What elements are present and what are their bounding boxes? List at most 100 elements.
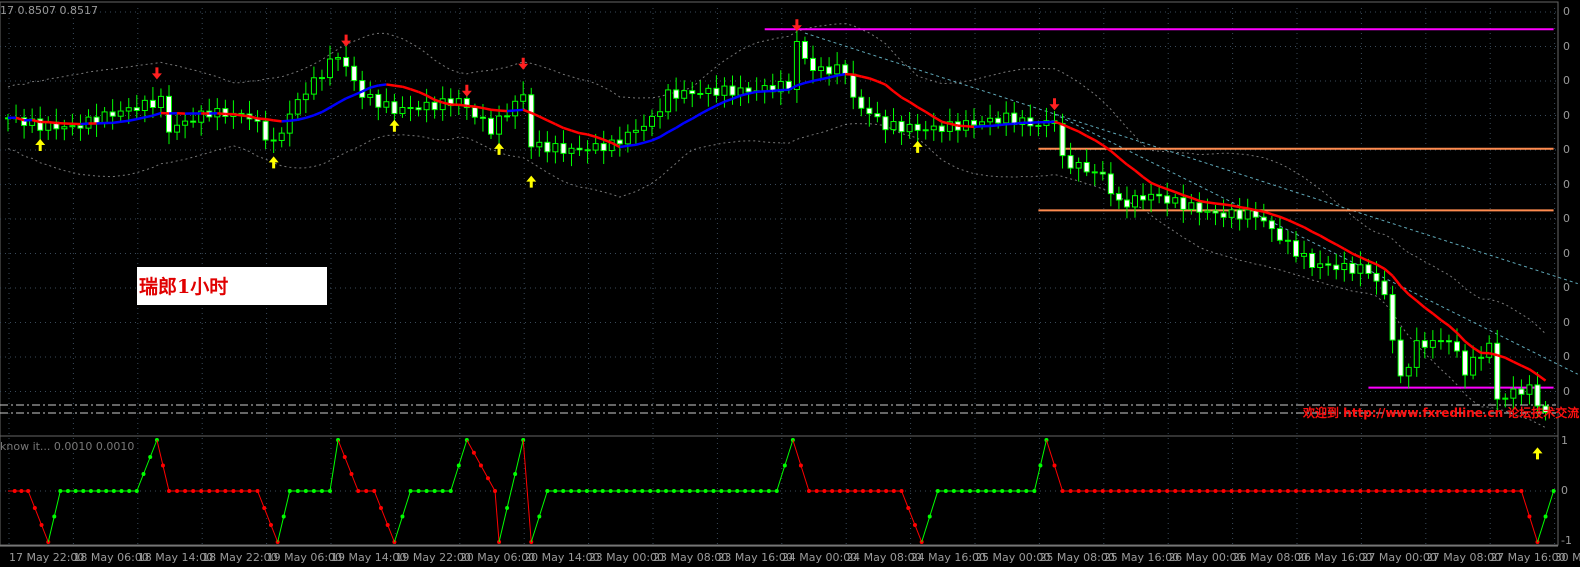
candle-body [1494,342,1501,400]
osc-point [943,489,948,493]
osc-point [1038,463,1043,468]
osc-point [199,489,204,493]
candle-body [1140,195,1147,201]
ma-segment [152,111,162,117]
osc-point [830,489,835,493]
ma-segment [1472,346,1482,354]
osc-segment [337,439,359,492]
ma-segment [1174,190,1184,197]
osc-point [385,523,390,527]
osc-point [295,489,300,493]
osc-point [364,489,369,493]
candle-body [705,87,712,94]
ma-segment [241,114,250,118]
chart-label: 瑞郎1小时 [139,276,229,298]
osc-point [1189,489,1194,493]
candle-body [343,57,350,67]
candle-body [1381,280,1388,296]
candle-body [278,132,285,141]
osc-segment [257,490,279,543]
ma-segment [619,144,629,149]
ma-segment [1391,275,1402,287]
candle-body [1325,263,1332,266]
candle-body [431,101,438,111]
osc-point [281,514,286,519]
ma-segment [1335,243,1345,251]
ma-segment [1166,187,1176,194]
osc-point [1382,489,1387,493]
osc-point [400,514,405,519]
ma-segment [80,122,89,126]
osc-point [671,489,676,493]
candle-body [1107,173,1114,195]
ma-segment [345,93,355,100]
ma-segment [490,108,500,112]
candle-body [69,125,76,128]
ma-segment [1070,126,1080,133]
osc-point [127,489,132,493]
candle-body [1123,199,1130,208]
ma-segment [257,117,266,121]
candle-body [1389,294,1396,341]
osc-point [19,489,24,493]
candle-body [157,95,164,109]
ma-segment [1118,156,1128,166]
price-label: 0 [1563,281,1570,294]
ma-segment [233,113,242,117]
osc-point [853,489,858,493]
ma-segment [515,108,524,112]
ma-segment [949,122,959,127]
candle-body [1180,197,1187,210]
candle-body [858,96,865,109]
ma-segment [707,104,717,111]
osc-point [1181,489,1186,493]
candle-body [721,85,728,96]
osc-point [239,489,244,493]
candle-body [1003,112,1010,124]
candle-body [1301,252,1308,257]
ma-segment [675,121,685,129]
osc-point [608,489,613,493]
candle-body [842,64,849,75]
candle-body [592,143,599,151]
osc-point [703,489,708,493]
ma-segment [313,110,323,117]
candle-body [375,93,382,108]
ma-segment [1383,267,1394,277]
osc-point [96,489,101,493]
ma-segment [378,83,387,87]
osc-point [119,489,124,493]
osc-point [1358,489,1363,493]
osc-point [432,489,437,493]
candle-body [1132,195,1138,208]
osc-point [1116,489,1121,493]
candle-body [1526,384,1533,395]
candle-body [1470,356,1477,376]
price-label: 0 [1563,143,1570,156]
osc-point [664,489,669,493]
candle-body [552,143,559,153]
osc-point [231,489,236,493]
osc-point [1430,489,1435,493]
price-label: 0 [1563,212,1570,225]
candle-body [294,99,301,115]
osc-point [1551,489,1556,493]
osc-point [1133,489,1137,493]
ma-segment [1319,234,1329,242]
osc-point [624,489,629,493]
ma-segment [265,117,274,122]
osc-point [1422,489,1427,493]
osc-point [640,489,645,493]
ma-segment [1126,163,1136,172]
candle-body [1462,350,1469,376]
candle-body [568,147,575,154]
osc-point [1479,489,1484,493]
osc-point [584,489,589,493]
time-label: 30 May [1554,551,1580,564]
osc-point [223,489,228,493]
ma-segment [1199,199,1208,204]
osc-point [342,455,347,459]
osc-point [32,506,37,510]
osc-point [1016,489,1021,493]
candle-body [713,87,720,96]
